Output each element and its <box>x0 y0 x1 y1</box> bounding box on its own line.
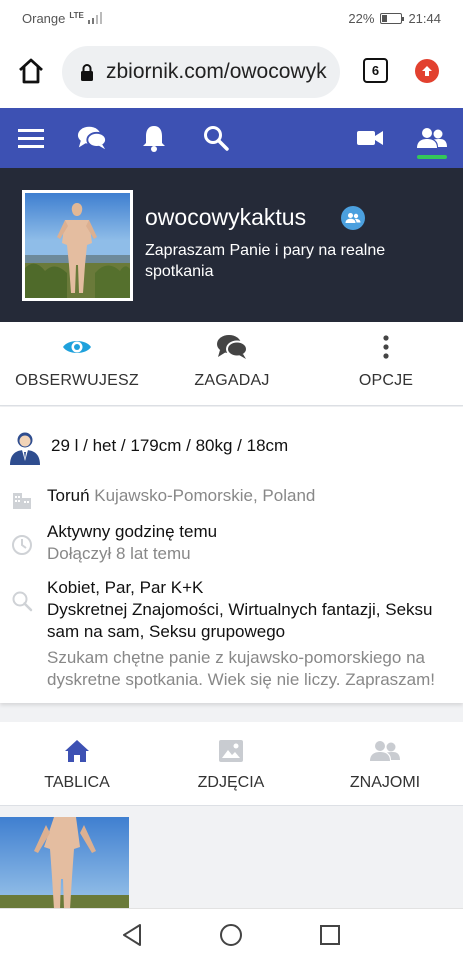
joined-date: Dołączył 8 lat temu <box>47 544 191 563</box>
status-bar: Orange LTE 22% 21:44 <box>0 0 463 36</box>
search-icon <box>10 589 34 613</box>
bell-icon[interactable] <box>139 124 169 152</box>
clock-icon <box>10 533 34 557</box>
friends-icon[interactable] <box>417 124 447 152</box>
message-label: ZAGADAJ <box>194 372 270 389</box>
site-navbar <box>0 108 463 168</box>
search-icon[interactable] <box>201 124 231 152</box>
url-bar[interactable]: zbiornik.com/owocowyk <box>62 46 340 98</box>
lock-icon <box>81 63 93 81</box>
home-circle-icon[interactable] <box>219 923 243 947</box>
tab-count: 6 <box>371 63 380 78</box>
location-text: Toruń Kujawsko-Pomorskie, Poland <box>47 485 455 507</box>
eye-icon <box>2 322 152 372</box>
status-right: 22% 21:44 <box>348 11 441 26</box>
clock: 21:44 <box>408 10 441 26</box>
battery-percent: 22% <box>348 10 375 26</box>
profile-username: owocowykaktus <box>145 204 307 230</box>
city: Toruń <box>47 486 90 505</box>
tab-friends[interactable]: ZNAJOMI <box>308 722 462 806</box>
activity-text: Aktywny godzinę temu Dołączył 8 lat temu <box>47 521 455 565</box>
back-icon[interactable] <box>121 923 143 947</box>
friends-icon <box>308 722 462 774</box>
options-button[interactable]: OPCJE <box>311 322 461 406</box>
home-icon[interactable] <box>16 56 46 86</box>
preferences-text: Kobiet, Par, Par K+K Dyskretnej Znajomoś… <box>47 577 455 691</box>
tab-photos-label: ZDJĘCIA <box>197 774 265 791</box>
profile-tagline: Zapraszam Panie i pary na realne spotkan… <box>145 242 386 280</box>
video-icon[interactable] <box>355 124 385 152</box>
interests: Dyskretnej Znajomości, Wirtualnych fanta… <box>47 600 433 641</box>
chat-icon[interactable] <box>77 124 107 152</box>
message-button[interactable]: ZAGADAJ <box>157 322 307 406</box>
browser-toolbar: zbiornik.com/owocowyk 6 <box>0 36 463 108</box>
carrier-group: Orange LTE <box>22 11 104 26</box>
verified-couple-icon <box>341 206 365 230</box>
profile-info-card: 29 l / het / 179cm / 80kg / 18cm Toruń K… <box>0 407 463 703</box>
region: Kujawsko-Pomorskie, Poland <box>94 486 316 505</box>
battery-icon <box>380 12 405 24</box>
tab-wall[interactable]: TABLICA <box>0 722 154 806</box>
tab-photos[interactable]: ZDJĘCIA <box>154 722 308 806</box>
image-icon <box>154 722 308 774</box>
more-vert-icon <box>311 322 461 372</box>
android-nav-bar <box>0 908 463 960</box>
profile-header: owocowykaktus Zapraszam Panie i pary na … <box>0 168 463 374</box>
profile-description: Szukam chętne panie z kujawsko-pomorskie… <box>47 648 435 689</box>
url-text: zbiornik.com/owocowyk <box>106 60 327 83</box>
avatar[interactable] <box>22 190 133 301</box>
tabs-count-button[interactable]: 6 <box>363 58 388 83</box>
tab-wall-label: TABLICA <box>44 774 110 791</box>
male-user-icon <box>9 431 41 465</box>
network-type: LTE <box>69 10 84 20</box>
carrier-name: Orange <box>22 10 66 26</box>
follow-label: OBSERWUJESZ <box>15 372 139 389</box>
recents-icon[interactable] <box>319 924 341 946</box>
building-icon <box>10 487 34 511</box>
follow-button[interactable]: OBSERWUJESZ <box>2 322 152 406</box>
looking-for: Kobiet, Par, Par K+K <box>47 578 204 597</box>
active-tab-indicator <box>417 155 447 159</box>
update-arrow-icon[interactable] <box>415 59 439 83</box>
last-active: Aktywny godzinę temu <box>47 522 218 541</box>
wall-photo-thumbnail[interactable] <box>0 817 129 909</box>
signal-icon <box>87 12 102 24</box>
menu-icon[interactable] <box>16 124 46 152</box>
home-icon <box>0 722 154 774</box>
stats-text: 29 l / het / 179cm / 80kg / 18cm <box>51 436 289 455</box>
options-label: OPCJE <box>358 372 414 389</box>
chat-icon <box>157 322 307 372</box>
tab-friends-label: ZNAJOMI <box>349 774 421 791</box>
profile-actions: OBSERWUJESZ ZAGADAJ OPCJE <box>0 322 463 406</box>
profile-tabs: TABLICA ZDJĘCIA ZNAJOMI <box>0 722 463 806</box>
